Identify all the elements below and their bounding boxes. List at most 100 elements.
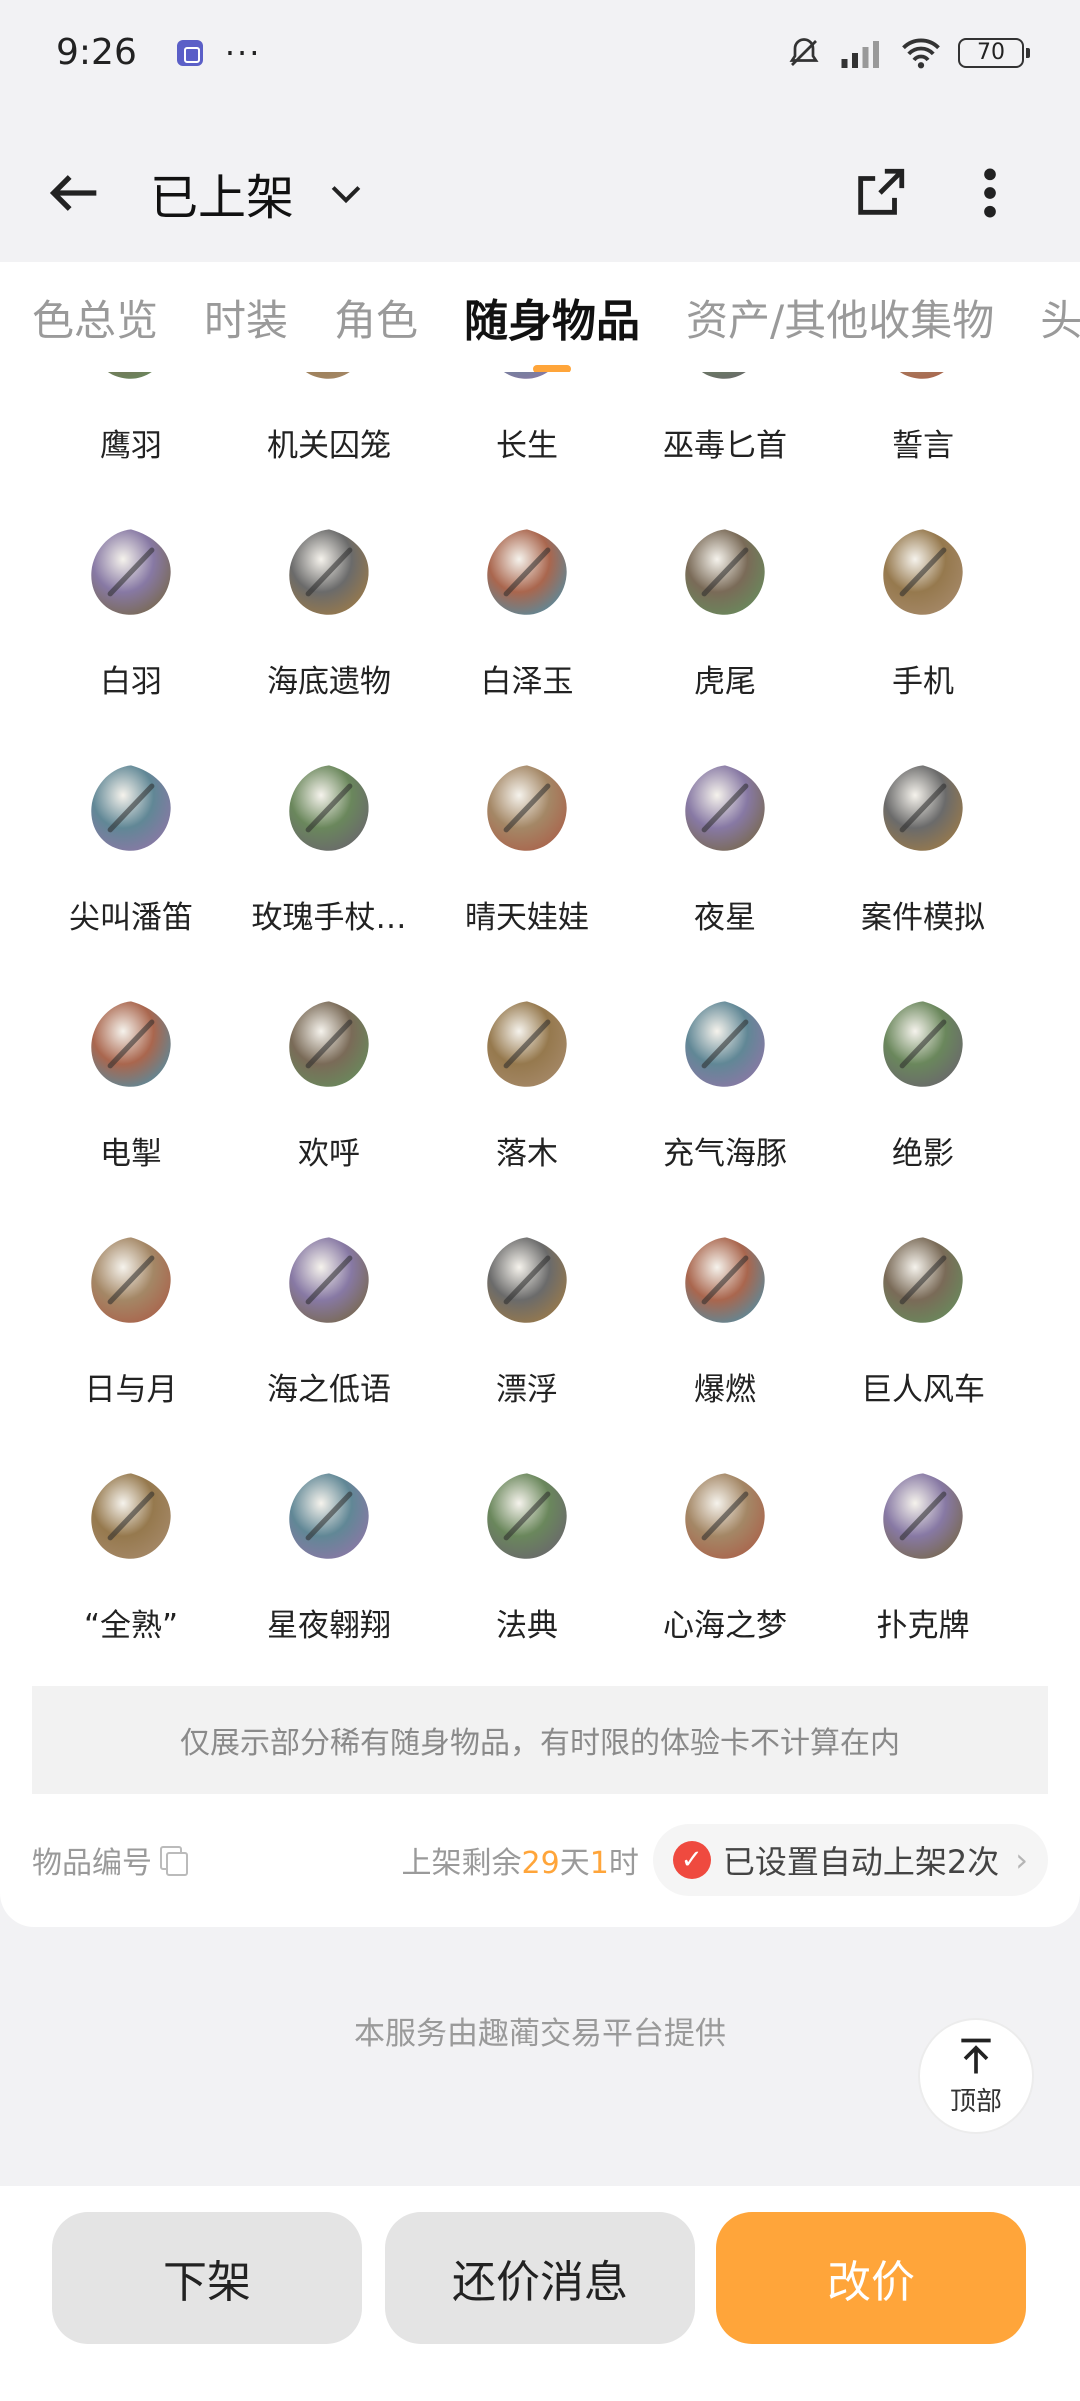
status-bar: 9:26 ··· 70 [0,0,1080,105]
accessory-item[interactable]: 电掣 [32,948,230,1184]
accessory-item-name: 巫毒匕首 [663,428,787,464]
notice-banner: 仅展示部分稀有随身物品，有时限的体验卡不计算在内 [32,1686,1048,1794]
accessory-item[interactable]: 玫瑰手杖… [230,712,428,948]
back-button[interactable] [40,158,110,228]
accessory-item[interactable]: 晴天娃娃 [428,712,626,948]
accessory-item[interactable]: 白泽玉 [428,476,626,712]
accessory-item-name: “全熟” [83,1608,179,1644]
jade-icon [472,518,582,628]
remaining-hours: 1 [589,1846,609,1881]
shadow-bird-icon [868,990,978,1100]
case-model-icon [868,754,978,864]
accessory-item[interactable]: 漂浮 [428,1184,626,1420]
back-to-top-label: 顶部 [949,2086,1002,2117]
accessory-item-name: 落木 [496,1136,558,1172]
accessory-item-name: 星夜翱翔 [267,1608,391,1644]
cage-icon [274,372,384,392]
accessory-item-name: 案件模拟 [861,900,985,936]
rose-cane-icon [274,754,384,864]
content-card: 色总览 时装 角色 随身物品 资产/其他收集物 头 鹰羽 机关囚笼 长生 巫毒匕首 誓言… [0,262,1080,1927]
accessory-item-name: 充气海豚 [663,1136,787,1172]
accessory-item[interactable]: 绝影 [824,948,1022,1184]
more-notifications-icon: ··· [224,33,262,72]
leaf-frame-icon [472,990,582,1100]
auto-relist-pill[interactable]: ✓ 已设置自动上架2次 › [652,1824,1048,1896]
accessory-item[interactable]: 充气海豚 [626,948,824,1184]
chevron-right-icon: › [1015,1841,1028,1879]
accessory-item-name: 爆燃 [694,1372,756,1408]
star-icon [670,754,780,864]
accessory-item[interactable]: 鹰羽 [32,372,230,476]
codex-book-icon [472,1462,582,1572]
pompom-icon [274,990,384,1100]
unlist-button[interactable]: 下架 [52,2212,362,2344]
item-number[interactable]: 物品编号 [32,1838,188,1882]
accessory-item[interactable]: 虎尾 [626,476,824,712]
tab-fashion[interactable]: 时装 [204,287,288,348]
accessory-item[interactable]: 心海之梦 [626,1420,824,1656]
accessory-item-name: 欢呼 [298,1136,360,1172]
poker-cards-icon [868,1462,978,1572]
accessory-item[interactable]: 法典 [428,1420,626,1656]
accessory-item[interactable]: 白羽 [32,476,230,712]
signal-icon [841,40,879,68]
accessory-item[interactable]: 案件模拟 [824,712,1022,948]
accessory-item-name: 白羽 [100,664,162,700]
accessory-item[interactable]: 长生 [428,372,626,476]
accessory-item[interactable]: 海底遗物 [230,476,428,712]
chevron-down-icon [316,163,376,223]
accessory-item-name: 夜星 [694,900,756,936]
accessory-item[interactable]: 巨人风车 [824,1184,1022,1420]
header-actions [850,163,1020,223]
tab-accessories[interactable]: 随身物品 [464,285,640,349]
white-feather-icon [76,518,186,628]
bottom-action-bar: 下架 还价消息 改价 [0,2186,1080,2401]
accessory-item-name: 心海之梦 [663,1608,787,1644]
accessory-item-name: 机关囚笼 [267,428,391,464]
tab-head[interactable]: 头 [1040,287,1080,348]
accessory-item-name: 绝影 [892,1136,954,1172]
change-price-button[interactable]: 改价 [716,2212,1026,2344]
accessory-item[interactable]: 扑克牌 [824,1420,1022,1656]
accessory-item[interactable]: 尖叫潘笛 [32,712,230,948]
item-number-label: 物品编号 [32,1846,152,1881]
dolphin-icon [670,990,780,1100]
accessory-item[interactable]: 爆燃 [626,1184,824,1420]
tab-overview[interactable]: 色总览 [32,287,158,348]
counter-offer-button[interactable]: 还价消息 [385,2212,695,2344]
item-grid-viewport: 鹰羽 机关囚笼 长生 巫毒匕首 誓言白羽 海底遗物 白泽玉 虎尾 手机尖叫潘笛 玫瑰手杖… 晴天娃娃… [0,372,1080,1678]
balloon-icon [472,1226,582,1336]
tab-characters[interactable]: 角色 [334,287,418,348]
crystal-bird-icon [274,1462,384,1572]
accessory-item[interactable]: “全熟” [32,1420,230,1656]
accessory-item-name: 海底遗物 [267,664,391,700]
accessory-item[interactable]: 星夜翱翔 [230,1420,428,1656]
accessory-item[interactable]: 机关囚笼 [230,372,428,476]
windmill-icon [868,1226,978,1336]
item-grid: 鹰羽 机关囚笼 长生 巫毒匕首 誓言白羽 海底遗物 白泽玉 虎尾 手机尖叫潘笛 玫瑰手杖… 晴天娃娃… [32,372,1048,1656]
tab-assets-collectibles[interactable]: 资产/其他收集物 [686,287,994,348]
accessory-item-name: 白泽玉 [480,664,574,700]
accessory-item[interactable]: 落木 [428,948,626,1184]
back-to-top-button[interactable]: 顶部 [918,2018,1034,2134]
status-selector[interactable]: 已上架 [150,158,376,228]
sun-moon-key-icon [76,1226,186,1336]
accessory-item[interactable]: 夜星 [626,712,824,948]
accessory-item[interactable]: 誓言 [824,372,1022,476]
accessory-item-name: 手机 [892,664,954,700]
share-button[interactable] [850,163,910,223]
accessory-item[interactable]: 手机 [824,476,1022,712]
accessory-item-name: 玫瑰手杖… [251,900,407,936]
accessory-item[interactable]: 欢呼 [230,948,428,1184]
steak-plate-icon [76,1462,186,1572]
shell-guitar-icon [274,1226,384,1336]
copy-icon[interactable] [160,1846,188,1876]
accessory-item[interactable]: 海之低语 [230,1184,428,1420]
listing-info-row: 物品编号 上架剩余29天1时 ✓ 已设置自动上架2次 › [32,1824,1048,1896]
more-options-button[interactable] [960,163,1020,223]
accessory-item[interactable]: 日与月 [32,1184,230,1420]
mute-bell-icon [789,37,819,66]
accessory-item[interactable]: 巫毒匕首 [626,372,824,476]
accessory-item-name: 扑克牌 [876,1608,970,1644]
bell-icon [868,372,978,392]
